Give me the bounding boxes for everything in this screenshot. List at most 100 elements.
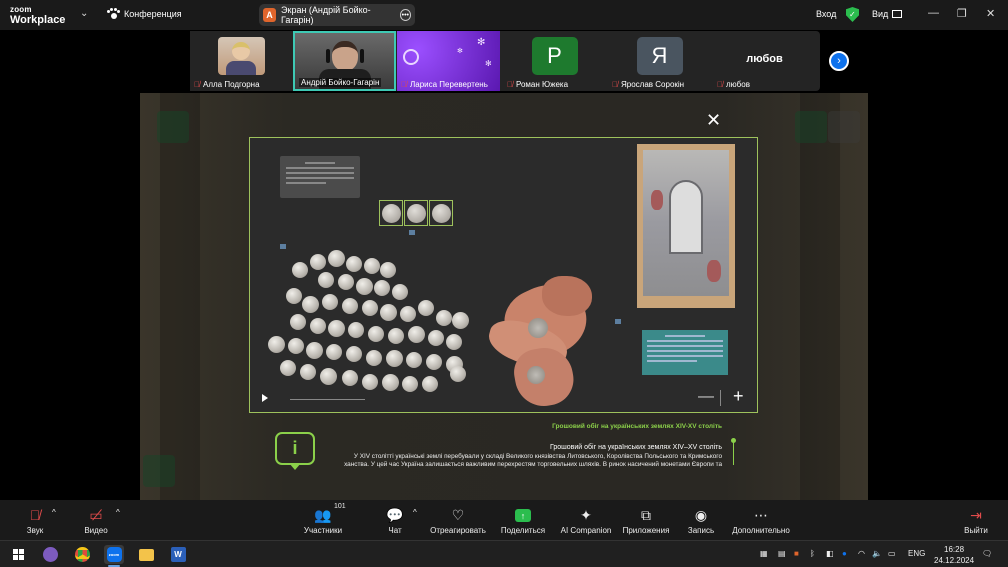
zoom-taskbar-icon[interactable]: zoom	[104, 545, 124, 564]
info-subheading: Грошовий обіг на українських землях XIV–…	[549, 444, 722, 451]
info-icon[interactable]: i	[275, 432, 315, 465]
brand-line2: Workplace	[10, 14, 66, 26]
participant-gallery: 🎙̸ Алла Подгорна Андрій Бойко-Гагарін ✻ ✻…	[190, 31, 820, 91]
hotspot-marker[interactable]	[615, 319, 621, 324]
bluetooth-icon[interactable]: ᛒ	[810, 549, 815, 558]
leave-label: Выйти	[964, 526, 988, 535]
participant-label: Андрій Бойко-Гагарін	[299, 78, 382, 87]
video-off-icon: ▭̸	[89, 507, 103, 523]
muted-mic-icon: 🎙̸	[29, 507, 41, 523]
system-clock[interactable]: 16:28 24.12.2024	[934, 544, 974, 566]
share-button[interactable]: ↑ Поделиться	[500, 506, 546, 535]
video-button[interactable]: ▭̸ Видео	[82, 506, 110, 535]
chat-icon: 💬	[386, 507, 404, 523]
view-button[interactable]: Вид	[872, 9, 903, 19]
chevron-down-icon[interactable]: ⌄	[80, 8, 88, 19]
battery-icon[interactable]: ▭	[888, 549, 896, 558]
coin-thumbnail[interactable]	[404, 200, 428, 226]
participant-label: 🎙̸ любов	[717, 80, 750, 89]
file-explorer-icon[interactable]	[136, 545, 156, 564]
zoom-tray-icon[interactable]: ●	[842, 549, 847, 558]
more-icon: ⋯	[754, 507, 768, 523]
speaker-muted-icon	[157, 111, 189, 143]
audio-options-caret[interactable]: ^	[52, 508, 56, 517]
participant-tile[interactable]: Р 🎙̸ Роман Южека	[503, 31, 606, 91]
scroll-track[interactable]	[733, 440, 734, 465]
login-button[interactable]: Вход	[816, 9, 836, 19]
tray-app-icon[interactable]: ■	[794, 549, 799, 558]
windows-start-icon[interactable]	[8, 545, 28, 564]
audio-label: Звук	[26, 526, 44, 535]
muted-mic-icon: 🎙̸	[507, 80, 513, 89]
restore-icon[interactable]: ❐	[957, 7, 967, 20]
muted-mic-icon: 🎙̸	[717, 80, 723, 89]
coin-thumbnail[interactable]	[429, 200, 453, 226]
tray-app-icon[interactable]: ▦	[760, 549, 768, 558]
participants-count: 101	[334, 503, 346, 510]
participant-tile[interactable]: Я 🎙̸ Ярослав Сорокін	[608, 31, 711, 91]
wifi-icon[interactable]: ◠	[858, 549, 865, 558]
next-page-arrow-icon[interactable]: ›	[829, 51, 849, 71]
participant-name: любов	[726, 80, 750, 89]
chat-options-caret[interactable]: ^	[413, 508, 417, 517]
leave-button[interactable]: ⇥ Выйти	[962, 506, 990, 535]
zoom-in-icon[interactable]: +	[733, 386, 744, 407]
ai-companion-button[interactable]: ✦ AI Companion	[558, 506, 614, 535]
conference-menu[interactable]: Конференция	[107, 8, 182, 20]
sparkle-icon: ✦	[580, 507, 592, 523]
clock-time: 16:28	[944, 545, 965, 554]
zoom-out-icon[interactable]: —	[698, 388, 714, 406]
accessibility-icon	[143, 455, 175, 487]
meeting-toolbar: 🎙̸ Звук ^ ▭̸ Видео ^ 👥 Участники 101 💬 Ч…	[0, 500, 1008, 540]
participant-tile[interactable]: ✻ ✻ ✻ 🎙̸ Лариса Перевертень	[397, 31, 500, 91]
participants-button[interactable]: 👥 Участники	[300, 506, 346, 535]
info-icon-tail	[289, 463, 301, 470]
viber-icon[interactable]	[40, 545, 60, 564]
image-viewer[interactable]: — +	[249, 137, 758, 413]
screen-share-label: Экран (Андрій Бойко-Гагарін)	[281, 5, 371, 25]
fullscreen-icon	[795, 111, 827, 143]
participant-name: Лариса Перевертень	[410, 80, 488, 89]
share-label: Поделиться	[500, 526, 546, 535]
background-shadow	[160, 93, 200, 500]
react-button[interactable]: ♡ Отреагировать	[428, 506, 488, 535]
exhibit-sign	[280, 156, 360, 198]
seek-bar[interactable]	[290, 399, 365, 400]
react-label: Отреагировать	[430, 526, 486, 535]
participant-label: 🎙̸ Алла Подгорна	[194, 80, 260, 89]
tray-app-icon[interactable]: ◧	[826, 549, 834, 558]
tray-app-icon[interactable]: ▤	[778, 549, 786, 558]
participant-tile[interactable]: любов 🎙̸ любов	[713, 31, 816, 91]
word-icon[interactable]: W	[168, 545, 188, 564]
viewer-controls: — +	[250, 386, 757, 412]
close-window-icon[interactable]: ✕	[986, 7, 995, 20]
muted-mic-icon: 🎙̸	[194, 80, 200, 89]
grid-view-icon	[892, 10, 903, 18]
hotspot-marker[interactable]	[409, 230, 415, 235]
windows-taskbar: zoom W ▦ ▤ ■ ᛒ ◧ ● ◠ 🔈 ▭ ENG 16:28 24.12…	[0, 540, 1008, 567]
hotspot-marker[interactable]	[280, 244, 286, 249]
video-options-caret[interactable]: ^	[116, 508, 120, 517]
language-indicator[interactable]: ENG	[908, 549, 925, 558]
more-options-icon[interactable]: •••	[399, 9, 411, 21]
minimize-icon[interactable]: —	[928, 7, 939, 19]
more-button[interactable]: ⋯ Дополнительно	[730, 506, 792, 535]
screen-share-tab[interactable]: A Экран (Андрій Бойко-Гагарін) •••	[259, 4, 415, 26]
coin-thumbnail[interactable]	[379, 200, 403, 226]
record-label: Запись	[687, 526, 715, 535]
participant-tile[interactable]: 🎙̸ Алла Подгорна	[190, 31, 293, 91]
chat-button[interactable]: 💬 Чат	[385, 506, 405, 535]
record-button[interactable]: ◉ Запись	[686, 506, 716, 535]
participant-name: Роман Южека	[516, 80, 569, 89]
participant-avatar: Я	[636, 37, 683, 75]
audio-button[interactable]: 🎙̸ Звук	[22, 506, 48, 535]
apps-button[interactable]: ⧉ Приложения	[620, 506, 672, 535]
zoom-logo: zoom Workplace	[10, 5, 66, 26]
participant-tile-active[interactable]: Андрій Бойко-Гагарін	[293, 31, 396, 91]
notification-icon[interactable]: 🗨	[982, 549, 992, 558]
language-icon	[828, 111, 860, 143]
close-icon[interactable]: ✕	[706, 110, 721, 131]
chrome-icon[interactable]	[72, 545, 92, 564]
play-icon[interactable]	[262, 394, 268, 402]
volume-icon[interactable]: 🔈	[872, 549, 882, 558]
